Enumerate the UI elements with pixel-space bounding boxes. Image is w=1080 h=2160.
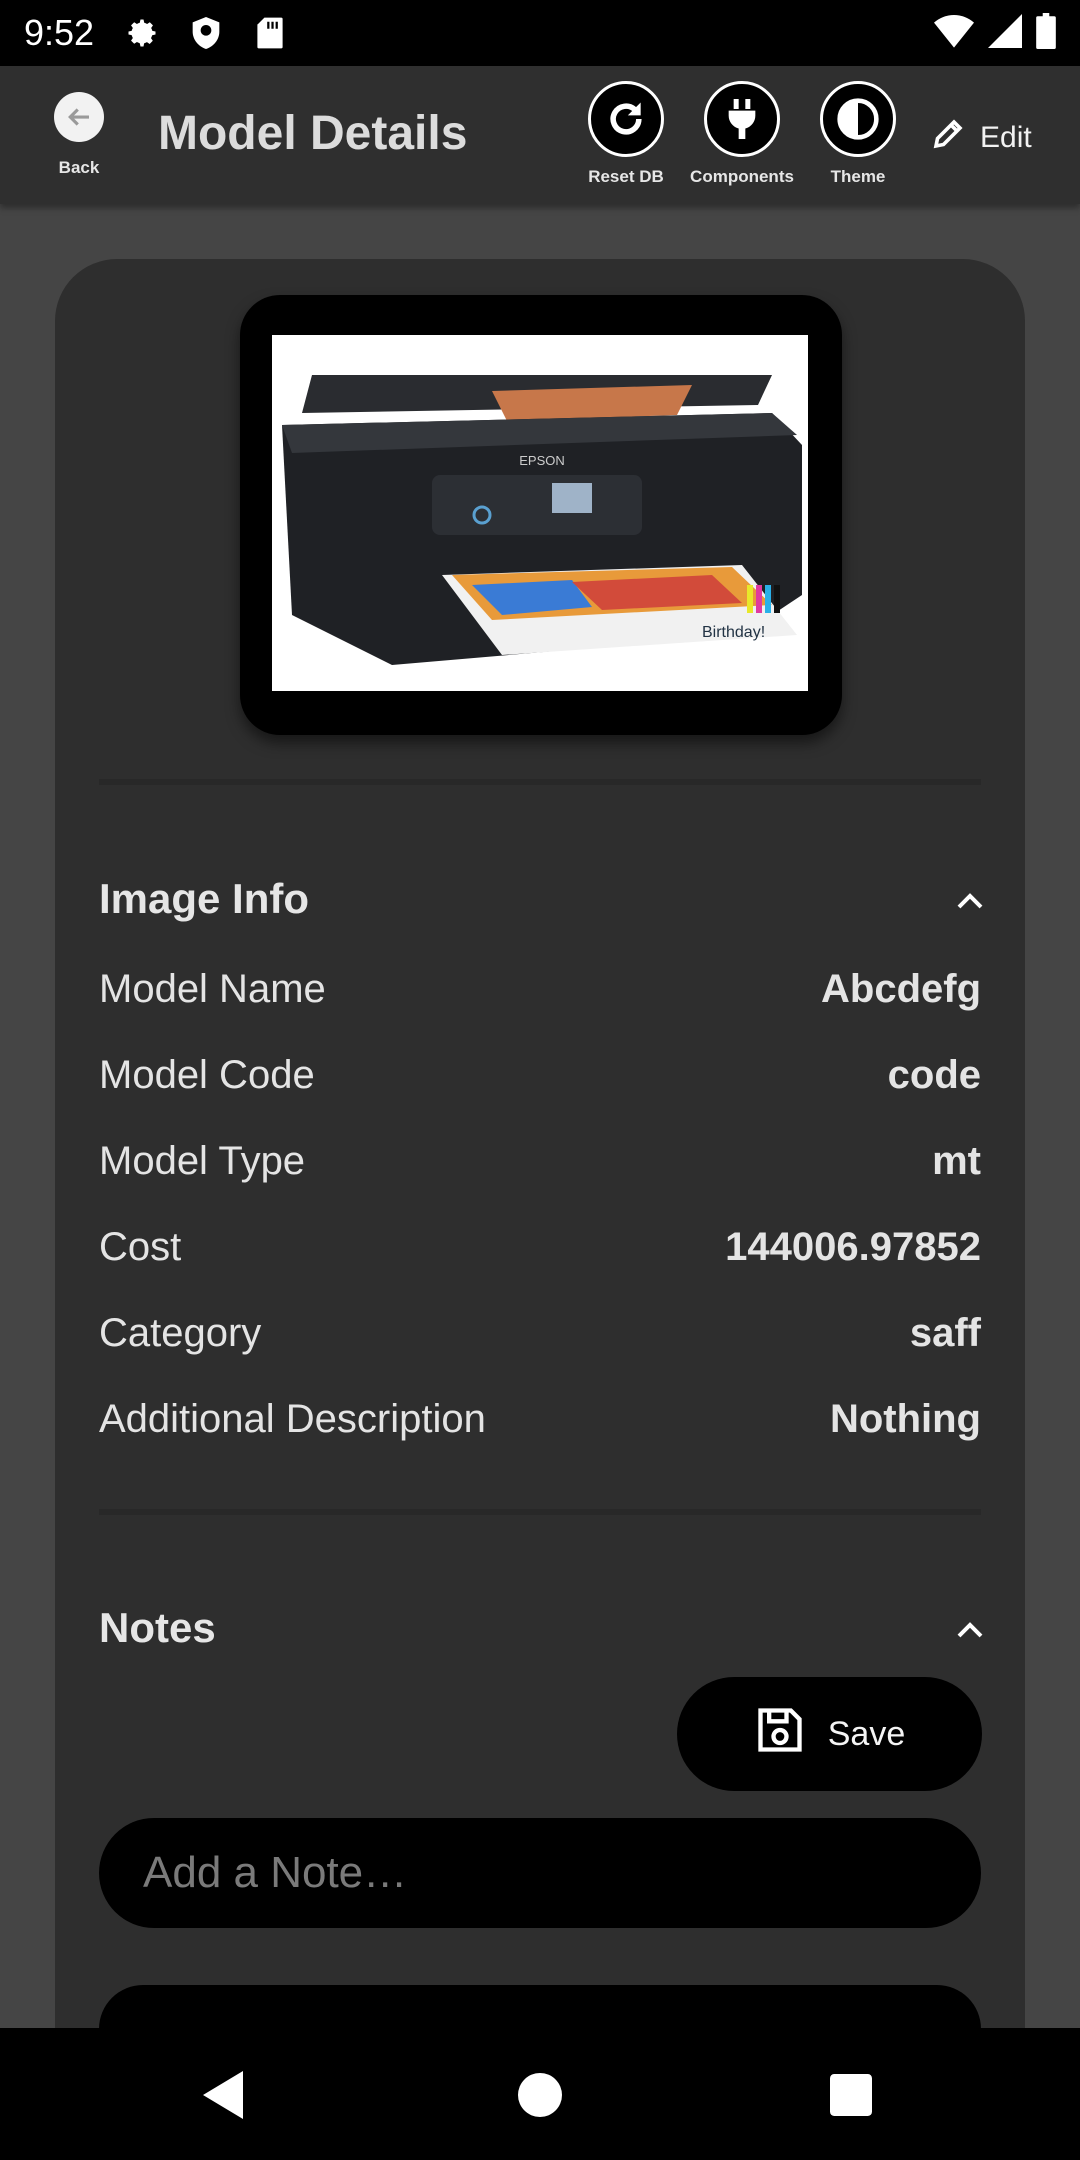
model-image-frame: EPSON Birthday! — [240, 295, 842, 735]
banner-text: Birthday! — [702, 624, 765, 641]
refresh-icon — [588, 81, 664, 157]
signal-icon — [988, 13, 1022, 53]
add-note-input[interactable] — [99, 1818, 981, 1928]
info-label: Cost — [99, 1225, 182, 1269]
page-title: Model Details — [158, 107, 468, 160]
save-label: Save — [827, 1714, 906, 1753]
model-image: EPSON Birthday! — [272, 335, 808, 691]
notes-title: Notes — [99, 1604, 216, 1651]
info-label: Model Type — [99, 1139, 306, 1183]
divider — [99, 779, 981, 785]
info-row-additional-description: Additional Description Nothing — [99, 1397, 981, 1442]
plug-icon — [704, 81, 780, 157]
details-card: EPSON Birthday! Image Info Model Name Ab… — [55, 259, 1025, 2045]
status-time: 9:52 — [24, 12, 95, 53]
info-row-model-name: Model Name Abcdefg — [99, 967, 981, 1012]
settings-icon — [122, 13, 162, 53]
info-value: Nothing — [829, 1397, 981, 1441]
theme-icon — [820, 81, 896, 157]
components-label: Components — [690, 167, 794, 186]
pencil-icon — [930, 116, 966, 160]
app-bar: Back Model Details Reset DB Components T… — [0, 66, 1080, 204]
back-button[interactable]: Back — [50, 92, 108, 178]
collapse-chevron-icon[interactable] — [955, 891, 985, 911]
info-value: Abcdefg — [821, 967, 981, 1011]
back-arrow-icon — [54, 92, 104, 142]
info-row-model-code: Model Code code — [99, 1053, 981, 1098]
nav-back-icon[interactable] — [200, 2070, 250, 2120]
theme-label: Theme — [830, 167, 886, 186]
battery-icon — [1036, 12, 1056, 54]
components-button[interactable]: Components — [682, 81, 802, 187]
save-icon — [754, 1704, 806, 1765]
save-button[interactable]: Save — [677, 1677, 982, 1791]
nav-home-icon[interactable] — [515, 2070, 565, 2120]
divider — [99, 1509, 981, 1515]
edit-button[interactable]: Edit — [930, 116, 1032, 160]
status-bar: 9:52 — [0, 0, 1080, 66]
reset-db-button[interactable]: Reset DB — [566, 81, 686, 187]
info-value: saff — [909, 1311, 981, 1355]
info-label: Category — [99, 1311, 262, 1355]
shield-icon — [186, 13, 226, 53]
system-nav-bar — [0, 2028, 1080, 2160]
info-label: Model Name — [99, 967, 326, 1011]
back-label: Back — [58, 158, 100, 177]
info-row-category: Category saff — [99, 1311, 981, 1356]
image-info-title: Image Info — [99, 875, 310, 922]
sd-card-icon — [250, 13, 290, 53]
info-value: code — [887, 1053, 981, 1097]
brand-text: EPSON — [519, 453, 565, 468]
info-row-cost: Cost 144006.97852 — [99, 1225, 981, 1270]
wifi-icon — [934, 14, 974, 53]
info-row-model-type: Model Type mt — [99, 1139, 981, 1184]
info-value: 144006.97852 — [725, 1225, 981, 1269]
info-value: mt — [932, 1139, 981, 1183]
info-label: Model Code — [99, 1053, 315, 1097]
collapse-chevron-icon[interactable] — [955, 1620, 985, 1640]
edit-label: Edit — [980, 121, 1032, 154]
theme-button[interactable]: Theme — [798, 81, 918, 187]
info-label: Additional Description — [99, 1397, 486, 1441]
nav-recents-icon[interactable] — [826, 2070, 876, 2120]
reset-db-label: Reset DB — [588, 167, 664, 186]
